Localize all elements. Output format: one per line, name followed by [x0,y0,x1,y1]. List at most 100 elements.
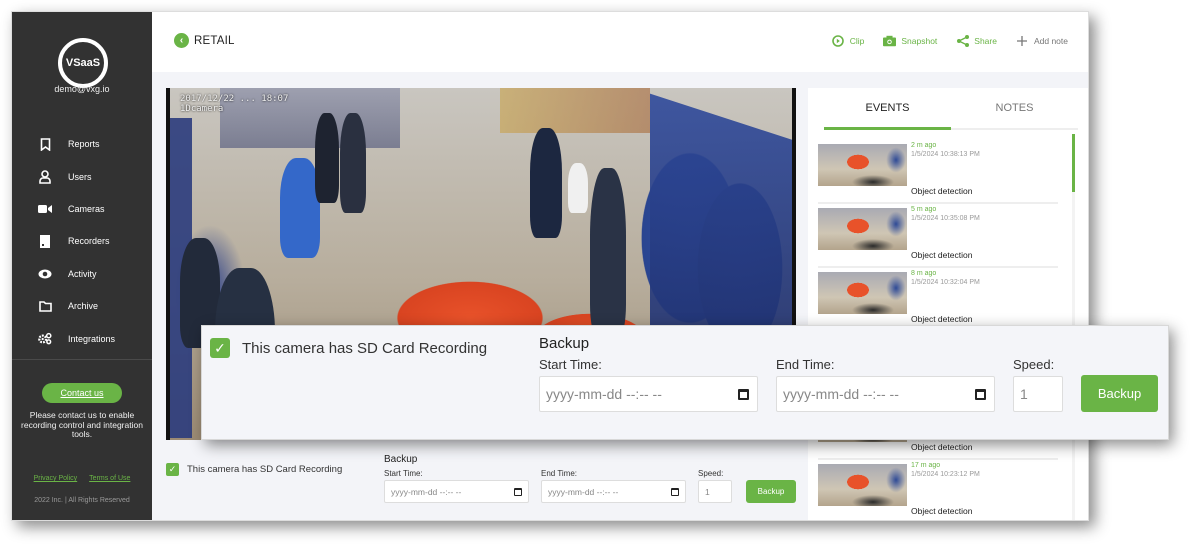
backup-button[interactable]: Backup [746,480,796,503]
camera-icon [38,202,52,216]
events-scrollbar-thumb[interactable] [1072,134,1075,192]
backup-form: Backup Start Time: yyyy-mm-dd --:-- -- E… [384,454,796,503]
terms-of-use-link[interactable]: Terms of Use [89,475,130,482]
share-icon [956,34,969,47]
event-item[interactable]: 2 m ago 1/5/2024 10:38:13 PM Object dete… [818,140,1058,204]
end-time-field: End Time: yyyy-mm-dd --:-- -- [541,469,686,503]
events-panel: EVENTS NOTES 2 m ago 1/5/2024 10:38:13 P… [808,88,1088,520]
event-ago: 5 m ago [911,206,937,213]
share-button[interactable]: Share [956,34,997,47]
event-time: 1/5/2024 10:38:13 PM [911,151,980,158]
copyright: 2022 Inc. | All Rights Reserved [34,497,130,504]
sd-card-checkbox-zoomed[interactable]: ✓ [210,338,230,358]
backup-title: Backup [384,454,418,465]
event-ago: 8 m ago [911,270,937,277]
event-type: Object detection [911,442,973,452]
backup-callout: ✓ This camera has SD Card Recording Back… [201,325,1169,440]
events-tabs: EVENTS NOTES [824,88,1078,130]
snapshot-button[interactable]: Snapshot [883,34,937,47]
video-overlay-text: 2017/12/22 ... 18:07 1Dcamera [180,94,288,114]
event-item[interactable]: 17 m ago 1/5/2024 10:23:12 PM Object det… [818,460,1058,520]
recorder-icon [38,234,52,248]
sidebar-item-cameras[interactable]: Cameras [12,193,152,225]
sidebar-item-activity[interactable]: Activity [12,258,152,290]
user-email: demo@vxg.io [54,84,110,94]
speed-value-zoomed: 1 [1020,386,1028,402]
video-scene-person [568,163,588,213]
clip-label: Clip [849,35,865,46]
main-content: 2017/12/22 ... 18:07 1Dcamera ✓ This cam… [152,72,1088,520]
event-item[interactable]: 8 m ago 1/5/2024 10:32:04 PM Object dete… [818,268,1058,332]
contact-us-button[interactable]: Contact us [42,383,122,403]
chevron-left-icon: ‹ [174,33,189,48]
start-time-field-zoomed: Start Time: yyyy-mm-dd --:-- -- [539,357,758,412]
sd-card-checkbox-row-zoomed[interactable]: ✓ This camera has SD Card Recording [210,338,487,358]
event-item[interactable]: 5 m ago 1/5/2024 10:35:08 PM Object dete… [818,204,1058,268]
clip-button[interactable]: Clip [832,34,865,47]
bookmark-icon [38,137,52,151]
end-time-label-zoomed: End Time: [776,357,835,372]
sidebar-item-label: Activity [68,268,97,279]
page-title: RETAIL [194,34,235,47]
calendar-icon[interactable] [514,487,522,496]
speed-input-zoomed[interactable]: 1 [1013,376,1063,412]
play-circle-icon [832,34,845,47]
header: ‹ RETAIL Clip Snapshot Share Add note [152,12,1088,72]
logo: VSaaS [58,38,108,88]
sidebar-item-users[interactable]: Users [12,160,152,192]
start-time-input[interactable]: yyyy-mm-dd --:-- -- [384,480,529,503]
sidebar-item-label: Reports [68,139,100,150]
event-ago: 17 m ago [911,462,941,469]
speed-label-zoomed: Speed: [1013,357,1055,372]
contact-message: Please contact us to enable recording co… [21,410,143,439]
event-thumbnail [818,272,907,314]
event-time: 1/5/2024 10:23:12 PM [911,471,980,478]
tab-notes[interactable]: NOTES [951,88,1078,128]
end-time-placeholder-zoomed: yyyy-mm-dd --:-- -- [783,386,899,402]
speed-label: Speed: [698,469,724,478]
event-type: Object detection [911,250,973,260]
sidebar-item-label: Archive [68,301,99,312]
end-time-input[interactable]: yyyy-mm-dd --:-- -- [541,480,686,503]
speed-input[interactable]: 1 [698,480,732,503]
tab-events[interactable]: EVENTS [824,88,951,130]
sidebar-nav: Reports Users Cameras Recorders Activity… [12,128,152,355]
camera-snapshot-icon [883,34,897,47]
video-scene-person [530,128,562,238]
footer-links: Privacy Policy Terms of Use [12,475,152,482]
calendar-icon[interactable] [738,388,749,400]
event-type: Object detection [911,186,973,196]
sidebar-item-integrations[interactable]: Integrations [12,322,152,354]
event-thumbnail [818,464,907,506]
end-time-field-zoomed: End Time: yyyy-mm-dd --:-- -- [776,357,995,412]
start-time-input-zoomed[interactable]: yyyy-mm-dd --:-- -- [539,376,758,412]
sidebar-item-label: Integrations [68,333,116,344]
start-time-field: Start Time: yyyy-mm-dd --:-- -- [384,469,529,503]
video-camera-label: 1Dcamera [180,104,224,114]
end-time-placeholder: yyyy-mm-dd --:-- -- [548,486,619,497]
video-scene-person [340,113,366,213]
calendar-icon[interactable] [671,487,679,496]
back-button[interactable]: ‹ RETAIL [174,33,235,48]
end-time-input-zoomed[interactable]: yyyy-mm-dd --:-- -- [776,376,995,412]
event-thumbnail [818,208,907,250]
backup-button-zoomed[interactable]: Backup [1081,375,1158,412]
event-type: Object detection [911,506,973,516]
sd-card-label: This camera has SD Card Recording [187,464,343,475]
sd-card-label-zoomed: This camera has SD Card Recording [242,339,488,357]
start-time-placeholder: yyyy-mm-dd --:-- -- [391,486,462,497]
privacy-policy-link[interactable]: Privacy Policy [34,475,78,482]
sidebar-item-label: Cameras [68,203,105,214]
sd-card-checkbox[interactable]: ✓ [166,463,179,476]
sd-card-checkbox-row[interactable]: ✓ This camera has SD Card Recording [166,463,342,476]
sidebar-item-archive[interactable]: Archive [12,290,152,322]
calendar-icon[interactable] [975,388,986,400]
sidebar-item-reports[interactable]: Reports [12,128,152,160]
end-time-label: End Time: [541,469,578,478]
video-timestamp: 2017/12/22 ... 18:07 [180,94,289,104]
add-note-button[interactable]: Add note [1016,34,1068,47]
sidebar-item-label: Recorders [68,236,110,247]
event-thumbnail [818,144,907,186]
sidebar-item-recorders[interactable]: Recorders [12,225,152,257]
gears-icon [38,332,52,346]
